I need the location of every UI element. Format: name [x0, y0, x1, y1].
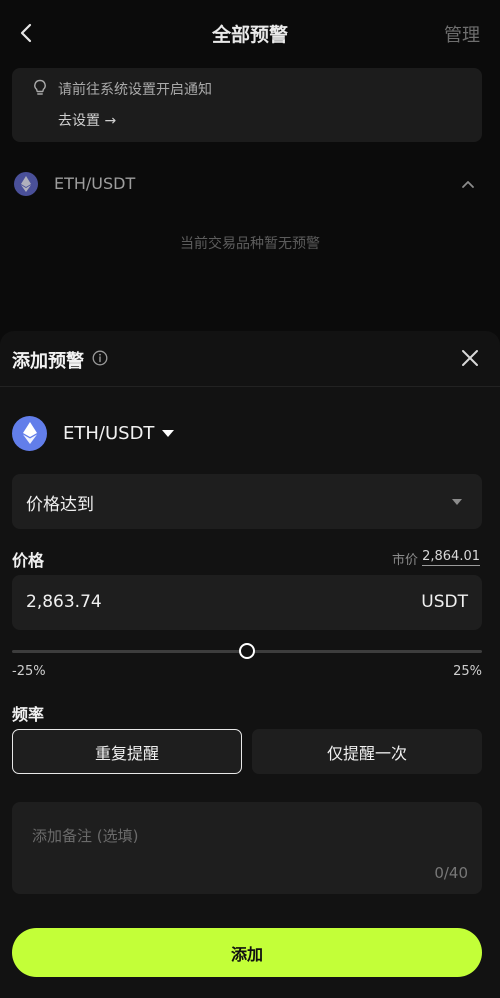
caret-down-icon — [452, 499, 462, 505]
manage-button[interactable]: 管理 — [444, 21, 480, 47]
price-label: 价格 — [12, 551, 45, 570]
empty-state-text: 当前交易品种暂无预警 — [180, 236, 320, 252]
market-price-value[interactable]: 2,864.01 — [422, 549, 480, 566]
notification-notice: 请前往系统设置开启通知 去设置 → — [12, 68, 482, 142]
frequency-label: 频率 — [12, 705, 45, 724]
market-price-label: 市价 — [391, 553, 418, 568]
note-char-count: 0/40 — [434, 864, 468, 882]
condition-select[interactable]: 价格达到 — [12, 474, 482, 529]
slider-thumb[interactable] — [239, 643, 255, 659]
close-icon[interactable] — [460, 348, 480, 368]
frequency-once-button[interactable]: 仅提醒一次 — [252, 729, 482, 774]
symbol-name: ETH/USDT — [63, 422, 155, 444]
sheet-title: 添加预警 — [12, 351, 84, 372]
sheet-header: 添加预警 — [0, 331, 500, 387]
add-button[interactable]: 添加 — [12, 928, 482, 977]
notice-text: 请前往系统设置开启通知 — [58, 82, 212, 98]
go-settings-link[interactable]: 去设置 → — [58, 110, 116, 130]
pair-row[interactable]: ETH/USDT — [12, 170, 482, 200]
frequency-repeat-button[interactable]: 重复提醒 — [12, 729, 242, 774]
add-alert-sheet: 添加预警 ETH/USDT 价格达到 价格 市价 2,864.01 2,863.… — [0, 331, 500, 998]
page-title: 全部预警 — [211, 24, 288, 46]
note-placeholder: 添加备注 (选填) — [32, 827, 139, 845]
pair-name: ETH/USDT — [54, 174, 136, 193]
condition-value: 价格达到 — [26, 495, 94, 515]
top-bar: 全部预警 管理 — [0, 0, 500, 68]
note-input[interactable]: 添加备注 (选填) 0/40 — [12, 802, 482, 894]
price-input[interactable]: 2,863.74 USDT — [12, 575, 482, 630]
eth-icon — [14, 172, 38, 196]
symbol-selector[interactable]: ETH/USDT — [12, 415, 175, 451]
eth-icon — [12, 415, 47, 451]
chevron-up-icon[interactable] — [460, 176, 476, 192]
slider-min-label: -25% — [12, 664, 46, 679]
price-range-slider[interactable] — [12, 641, 482, 661]
caret-down-icon — [162, 429, 175, 437]
price-unit: USDT — [421, 592, 468, 612]
bulb-icon — [34, 79, 46, 95]
price-input-value[interactable]: 2,863.74 — [26, 592, 102, 612]
slider-max-label: 25% — [453, 664, 482, 679]
info-icon[interactable] — [92, 350, 108, 366]
